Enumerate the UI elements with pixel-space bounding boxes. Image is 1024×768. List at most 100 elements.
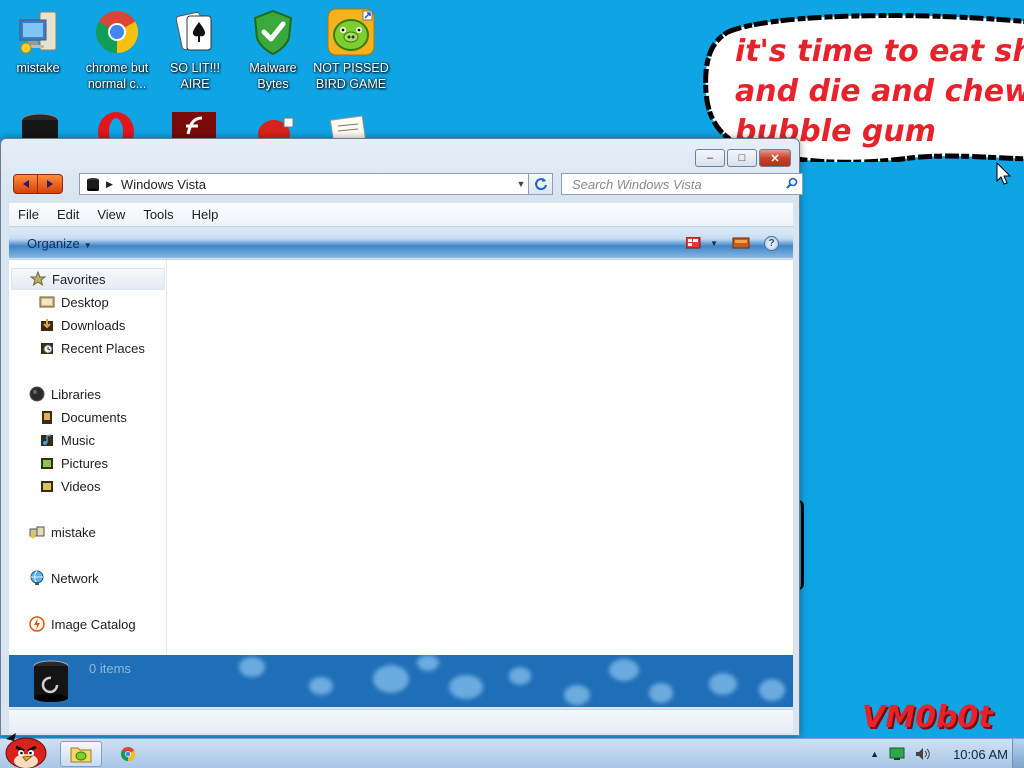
clock[interactable]: 10:06 AM — [953, 747, 1008, 762]
desktop-icon-chrome[interactable]: chrome but normal c... — [79, 8, 155, 92]
menu-tools[interactable]: Tools — [134, 207, 182, 222]
nav-label: Network — [51, 570, 99, 586]
start-button-angry-bird-icon[interactable] — [2, 731, 50, 768]
menu-help[interactable]: Help — [183, 207, 228, 222]
show-hidden-icons-button[interactable]: ▲ — [870, 749, 879, 759]
taskbar-explorer-button[interactable] — [60, 741, 102, 767]
desktop-icon-label: chrome but normal c... — [85, 61, 149, 91]
nav-network[interactable]: Network — [29, 567, 99, 589]
nav-label: Documents — [61, 409, 127, 425]
downloads-icon — [41, 319, 53, 331]
bokeh-decoration — [373, 665, 409, 693]
command-bar-right: ▼ ? — [686, 235, 779, 251]
menu-bar: File Edit View Tools Help — [9, 203, 793, 227]
system-tray: ▲ 10:06 AM — [870, 739, 1008, 768]
file-list-pane[interactable] — [168, 260, 793, 655]
nav-pictures[interactable]: Pictures — [39, 452, 108, 474]
music-icon — [41, 434, 53, 446]
show-desktop-button[interactable] — [1012, 739, 1024, 768]
network-status-icon[interactable] — [889, 747, 905, 761]
desktop-icon-bad-piggies[interactable]: NOT PISSED BIRD GAME — [313, 8, 389, 92]
organize-button[interactable]: Organize ▼ — [27, 236, 92, 251]
search-box[interactable] — [561, 173, 803, 195]
desktop-icon-label: NOT PISSED BIRD GAME — [313, 61, 389, 91]
nav-label: Libraries — [51, 386, 101, 402]
refresh-button[interactable] — [529, 173, 553, 195]
nav-videos[interactable]: Videos — [39, 475, 101, 497]
desktop-folder-icon — [39, 296, 55, 308]
chevron-down-icon: ▼ — [83, 240, 92, 250]
nav-desktop[interactable]: Desktop — [39, 291, 109, 313]
bokeh-decoration — [449, 675, 483, 699]
desktop-icon-solitaire[interactable]: SO LIT!!! AIRE — [157, 8, 233, 92]
taskbar-chrome-button[interactable] — [110, 741, 146, 767]
item-count: 0 items — [89, 661, 131, 676]
back-button[interactable] — [13, 174, 38, 194]
forward-button[interactable] — [38, 174, 63, 194]
nav-documents[interactable]: Documents — [39, 406, 127, 428]
content-area: Favorites Desktop Downloads Recent Place… — [9, 259, 793, 656]
close-button[interactable]: ✕ — [759, 149, 791, 167]
bokeh-decoration — [649, 683, 673, 703]
nav-recent-places[interactable]: Recent Places — [39, 337, 145, 359]
nav-image-catalog[interactable]: Image Catalog — [29, 613, 136, 635]
help-button[interactable]: ? — [764, 235, 779, 251]
nav-favorites[interactable]: Favorites — [11, 268, 165, 290]
nav-label: Desktop — [61, 294, 109, 310]
taskbar: ▲ 10:06 AM — [0, 733, 1024, 768]
desktop-icon-label: Malware Bytes — [249, 61, 297, 91]
details-pane: 0 items — [9, 655, 793, 707]
nav-label: Favorites — [52, 271, 106, 287]
preview-pane-icon[interactable] — [732, 237, 750, 249]
nav-label: Recent Places — [61, 340, 145, 356]
view-options-icon — [686, 237, 701, 249]
network-icon — [30, 570, 44, 585]
nav-downloads[interactable]: Downloads — [39, 314, 125, 336]
bokeh-decoration — [709, 673, 737, 695]
menu-view[interactable]: View — [88, 207, 134, 222]
address-path[interactable]: Windows Vista — [121, 177, 514, 192]
navigation-row: ▶ Windows Vista ▼ — [13, 173, 803, 197]
document-icon[interactable] — [328, 112, 372, 140]
nav-label: Videos — [61, 478, 101, 494]
bokeh-decoration — [564, 685, 590, 705]
image-catalog-icon — [29, 616, 45, 632]
shield-icon — [253, 9, 293, 56]
minimize-button[interactable]: – — [695, 149, 725, 167]
nav-label: Pictures — [61, 455, 108, 471]
change-view-button[interactable]: ▼ — [686, 237, 718, 249]
nav-music[interactable]: Music — [39, 429, 95, 451]
nav-libraries[interactable]: Libraries — [29, 383, 101, 405]
nav-label: mistake — [51, 524, 96, 540]
arrow-left-icon — [22, 180, 29, 188]
drive-icon — [87, 178, 99, 191]
bokeh-decoration — [759, 679, 785, 701]
menu-file[interactable]: File — [9, 207, 48, 222]
angry-bird-icon[interactable] — [252, 116, 296, 140]
desktop-icon-malwarebytes[interactable]: Malware Bytes — [235, 8, 311, 92]
bokeh-decoration — [239, 657, 265, 677]
explorer-window[interactable]: – □ ✕ ▶ Windows Vista ▼ Search Windows V… — [0, 138, 803, 736]
search-input[interactable] — [562, 175, 782, 193]
view-dropdown-icon: ▼ — [710, 238, 718, 248]
search-icon[interactable] — [782, 177, 802, 192]
bubble-text: it's time to eat shit and die and chew b… — [735, 34, 1024, 149]
breadcrumb-arrow-icon[interactable]: ▶ — [106, 179, 113, 190]
volume-icon[interactable] — [915, 747, 931, 761]
address-dropdown-icon[interactable]: ▼ — [514, 179, 528, 189]
flash-icon[interactable] — [172, 112, 216, 140]
desktop-icon-mistake[interactable]: mistake — [0, 8, 76, 76]
opera-icon[interactable] — [94, 110, 138, 140]
address-bar[interactable]: ▶ Windows Vista ▼ — [79, 173, 529, 195]
nav-label: Music — [61, 432, 95, 448]
nav-mistake[interactable]: mistake — [29, 521, 96, 543]
menu-edit[interactable]: Edit — [48, 207, 88, 222]
maximize-button[interactable]: □ — [727, 149, 757, 167]
libraries-icon — [29, 386, 45, 402]
nav-label: Image Catalog — [51, 616, 136, 632]
drive-large-icon — [33, 660, 69, 702]
pictures-icon — [41, 458, 53, 469]
videos-icon — [41, 481, 53, 492]
chrome-icon — [95, 11, 139, 54]
refresh-icon — [534, 178, 547, 191]
